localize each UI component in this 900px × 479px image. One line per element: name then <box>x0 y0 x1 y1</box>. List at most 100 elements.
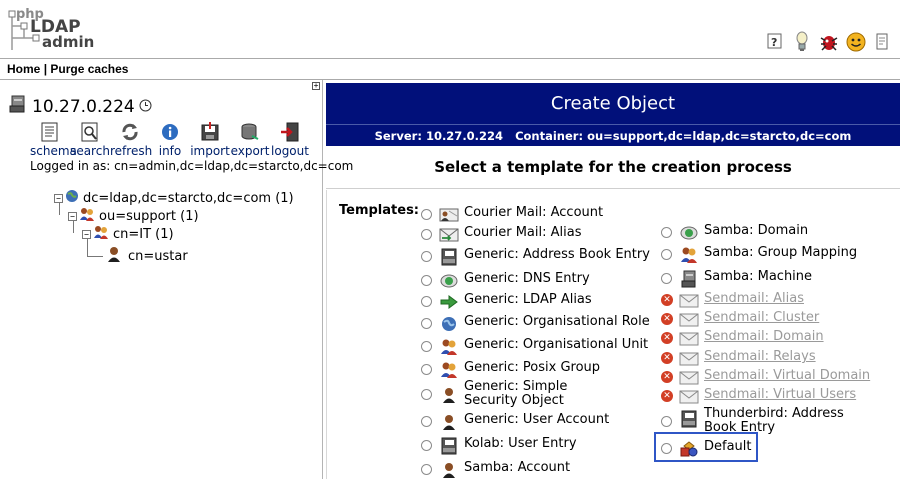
template-label: Sendmail: Domain <box>704 329 824 344</box>
disabled-x-icon: ✕ <box>661 313 673 325</box>
template-option-sendmail-domain: ✕ Sendmail: Domain <box>661 330 824 348</box>
template-option-default[interactable]: Default <box>661 440 752 458</box>
phpldapadmin-logo[interactable]: php LDAP admin <box>6 6 106 56</box>
template-option-thunderbird-address-book[interactable]: Thunderbird: Address Book Entry <box>661 407 876 435</box>
purge-caches-link[interactable]: Purge caches <box>50 62 128 76</box>
server-toolbar: schema search refresh info import export… <box>30 120 310 158</box>
clock-icon[interactable] <box>139 97 152 117</box>
disabled-x-icon: ✕ <box>661 352 673 364</box>
template-radio[interactable] <box>661 227 672 238</box>
tree-node-ou-support[interactable]: − ou=support (1) <box>68 207 199 226</box>
template-radio[interactable] <box>421 209 432 220</box>
export-label: export <box>230 144 270 158</box>
template-option-posix-group[interactable]: Generic: Posix Group <box>421 361 600 379</box>
tree-connector <box>87 256 103 257</box>
template-option-user-account[interactable]: Generic: User Account <box>421 413 609 431</box>
import-label: import <box>190 144 230 158</box>
collapse-pane-button[interactable]: + <box>312 82 320 90</box>
smiley-icon[interactable] <box>845 31 867 53</box>
template-radio[interactable] <box>661 443 672 454</box>
server-address[interactable]: 10.27.0.224 <box>32 97 135 117</box>
export-button[interactable]: export <box>230 120 270 158</box>
donate-icon[interactable] <box>791 31 813 53</box>
collapse-toggle[interactable]: − <box>82 230 91 239</box>
info-icon <box>162 124 178 140</box>
main-pane: Create Object Server: 10.27.0.224 Contai… <box>326 80 900 479</box>
template-option-samba-machine[interactable]: Samba: Machine <box>661 270 812 288</box>
page-title: Create Object <box>326 83 900 124</box>
template-option-ldap-alias[interactable]: Generic: LDAP Alias <box>421 293 592 311</box>
template-option-dns-entry[interactable]: Generic: DNS Entry <box>421 272 590 290</box>
globe-icon <box>65 189 79 207</box>
template-radio[interactable] <box>421 318 432 329</box>
templates-panel: Templates: Courier Mail: Account Courier… <box>326 190 900 479</box>
template-radio[interactable] <box>421 464 432 475</box>
search-label: search <box>70 144 110 158</box>
template-option-sendmail-virtual-domain: ✕ Sendmail: Virtual Domain <box>661 369 870 387</box>
template-radio[interactable] <box>421 341 432 352</box>
info-button[interactable]: info <box>150 120 190 158</box>
template-radio[interactable] <box>421 275 432 286</box>
help-icon[interactable]: ? <box>764 31 786 53</box>
server-container-info: Server: 10.27.0.224 Container: ou=suppor… <box>326 124 900 146</box>
search-icon <box>81 122 98 142</box>
schema-icon <box>41 122 58 142</box>
template-radio[interactable] <box>421 296 432 307</box>
user-icon <box>439 413 459 431</box>
template-option-organisational-role[interactable]: Generic: Organisational Role <box>421 315 650 333</box>
dns-icon <box>439 272 459 290</box>
template-radio[interactable] <box>421 440 432 451</box>
disabled-x-icon: ✕ <box>661 294 673 306</box>
template-label: Generic: LDAP Alias <box>464 292 592 307</box>
collapse-toggle[interactable]: − <box>54 193 63 203</box>
template-radio[interactable] <box>661 416 672 427</box>
template-option-kolab-user-entry[interactable]: Kolab: User Entry <box>421 437 577 455</box>
template-option-simple-security-object[interactable]: Generic: Simple Security Object <box>421 380 621 408</box>
tree-node-root[interactable]: − dc=ldap,dc=starcto,dc=com (1) <box>54 189 294 207</box>
tree-node-cn-it[interactable]: − cn=IT (1) <box>82 225 174 244</box>
disabled-x-icon: ✕ <box>661 371 673 383</box>
template-label: Samba: Domain <box>704 223 809 238</box>
arrow-right-icon <box>439 293 459 311</box>
template-option-organisational-unit[interactable]: Generic: Organisational Unit <box>421 338 648 356</box>
collapse-toggle[interactable]: − <box>68 212 77 221</box>
template-radio[interactable] <box>421 389 432 400</box>
template-radio[interactable] <box>421 251 432 262</box>
template-radio[interactable] <box>421 364 432 375</box>
template-option-sendmail-relays: ✕ Sendmail: Relays <box>661 350 816 368</box>
template-radio[interactable] <box>421 416 432 427</box>
bug-icon[interactable] <box>818 31 840 53</box>
template-option-samba-account[interactable]: Samba: Account <box>421 461 570 479</box>
template-option-samba-domain[interactable]: Samba: Domain <box>661 224 808 242</box>
schema-button[interactable]: schema <box>30 120 77 158</box>
template-label: Sendmail: Virtual Users <box>704 387 857 402</box>
template-radio[interactable] <box>421 229 432 240</box>
template-option-courier-mail-account[interactable]: Courier Mail: Account <box>421 206 603 224</box>
kolab-icon <box>439 437 459 455</box>
server-value: 10.27.0.224 <box>425 129 504 143</box>
template-option-courier-mail-alias[interactable]: Courier Mail: Alias <box>421 226 581 244</box>
logout-button[interactable]: logout <box>270 120 310 158</box>
template-radio[interactable] <box>661 273 672 284</box>
disabled-x-icon: ✕ <box>661 390 673 402</box>
template-option-samba-group-mapping[interactable]: Samba: Group Mapping <box>661 246 857 264</box>
default-objects-icon <box>679 440 699 458</box>
template-label: Sendmail: Alias <box>704 291 804 306</box>
template-radio[interactable] <box>661 249 672 260</box>
tree-node-label: ou=support (1) <box>99 209 199 224</box>
template-label: Thunderbird: Address Book Entry <box>704 406 844 435</box>
mail-icon <box>679 350 699 368</box>
import-button[interactable]: import <box>190 120 230 158</box>
mail-icon <box>679 292 699 310</box>
home-link[interactable]: Home <box>7 62 40 76</box>
menu-bar: Home | Purge caches <box>0 59 900 79</box>
search-button[interactable]: search <box>70 120 110 158</box>
server-label: Server: <box>374 129 422 143</box>
refresh-label: refresh <box>110 144 153 158</box>
mail-alias-icon <box>439 226 459 244</box>
tree-node-cn-ustar[interactable]: cn=ustar <box>106 246 188 266</box>
template-option-address-book-entry[interactable]: Generic: Address Book Entry <box>421 248 650 266</box>
edit-icon[interactable] <box>872 31 894 53</box>
template-label: Samba: Account <box>464 460 571 475</box>
refresh-button[interactable]: refresh <box>110 120 153 158</box>
